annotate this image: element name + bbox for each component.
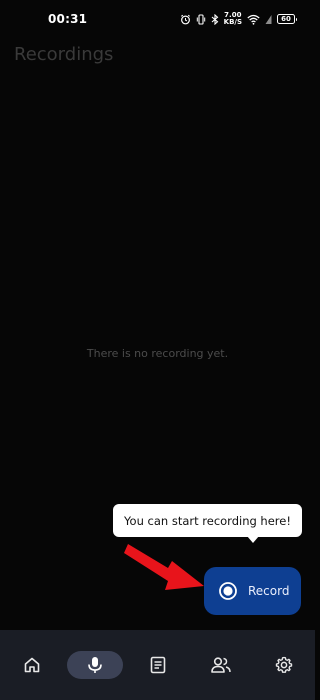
nav-item-recordings[interactable] [67,651,123,679]
empty-state-message: There is no recording yet. [86,347,229,360]
microphone-icon [87,656,103,674]
nav-item-transcripts[interactable] [130,651,186,679]
network-speed: 7.00 KB/S [224,12,242,26]
bluetooth-icon [211,13,219,25]
record-button-label: Record [248,584,290,598]
status-bar: 00:31 7.00 KB/S 60 [0,0,315,40]
nav-item-home[interactable] [4,651,60,679]
vibrate-icon [196,13,206,25]
page-title: Recordings [14,44,114,65]
signal-icon [265,14,272,25]
bottom-navigation [0,630,315,700]
gear-icon [275,656,293,674]
red-arrow-annotation [124,544,204,590]
nav-item-settings[interactable] [256,651,312,679]
record-tooltip: You can start recording here! [113,504,302,543]
alarm-icon [180,14,191,25]
status-time: 00:31 [48,12,88,26]
wifi-icon [247,14,260,25]
document-icon [150,656,166,674]
record-icon [218,581,238,601]
home-icon [23,656,41,674]
tooltip-text: You can start recording here! [124,513,291,528]
status-icons: 7.00 KB/S 60 [180,12,297,26]
battery-indicator: 60 [277,14,297,24]
record-button[interactable]: Record [204,567,301,615]
nav-item-people[interactable] [193,651,249,679]
network-speed-unit: KB/S [223,18,242,26]
people-icon [211,656,231,674]
